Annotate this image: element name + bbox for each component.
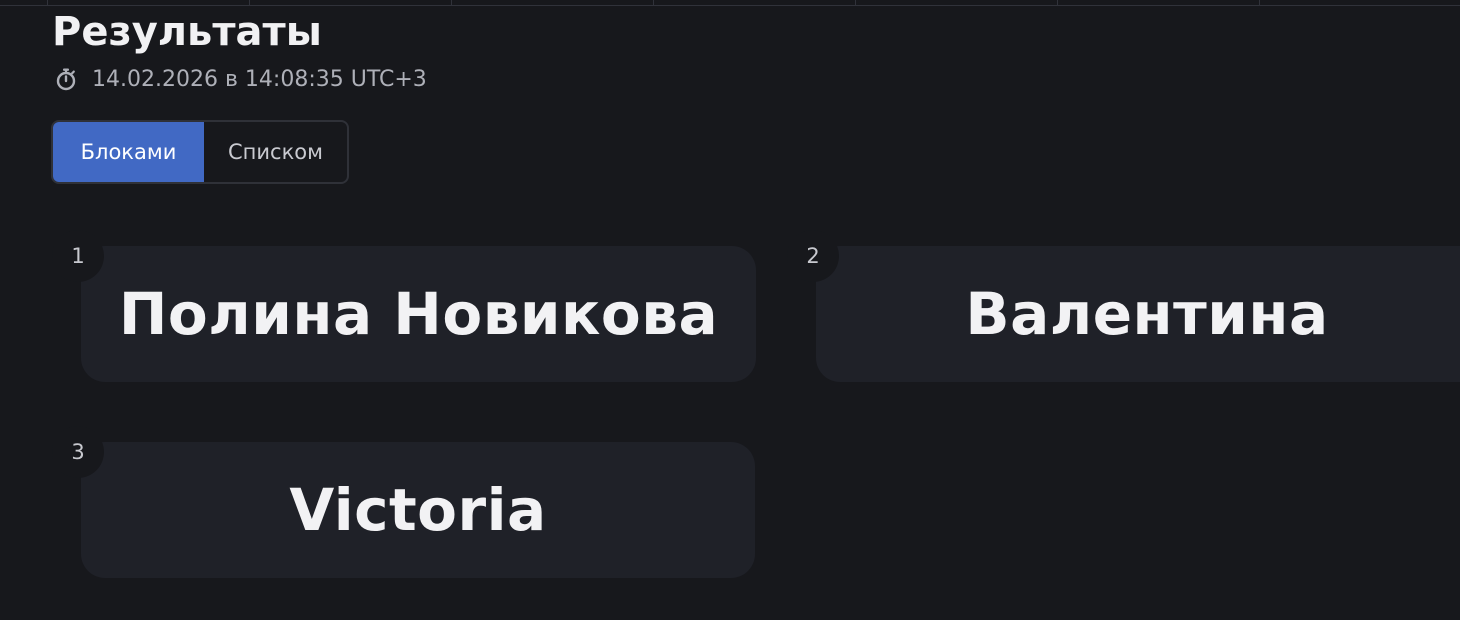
result-card: Victoria	[81, 442, 755, 578]
view-mode-toggle: Блоками Списком	[51, 120, 349, 184]
view-list-button[interactable]: Списком	[204, 122, 347, 182]
result-name: Полина Новикова	[118, 280, 719, 348]
header-divider	[451, 0, 452, 6]
top-header-strip	[0, 0, 1460, 6]
results-page: Результаты 14.02.2026 в 14:08:35 UTC+3 Б…	[0, 0, 1460, 620]
header-divider	[47, 0, 48, 6]
result-card: Полина Новикова	[81, 246, 756, 382]
results-timestamp: 14.02.2026 в 14:08:35 UTC+3	[54, 64, 427, 94]
page-title: Результаты	[52, 9, 322, 55]
header-divider	[855, 0, 856, 6]
result-name: Валентина	[965, 280, 1329, 348]
stopwatch-icon	[54, 67, 78, 91]
rank-badge: 2	[787, 230, 839, 282]
result-card: Валентина	[816, 246, 1460, 382]
result-name: Victoria	[289, 476, 547, 544]
header-divider	[1259, 0, 1260, 6]
header-divider	[249, 0, 250, 6]
header-divider	[653, 0, 654, 6]
rank-badge: 3	[52, 426, 104, 478]
rank-badge: 1	[52, 230, 104, 282]
header-divider	[1057, 0, 1058, 6]
timestamp-text: 14.02.2026 в 14:08:35 UTC+3	[92, 66, 427, 92]
view-blocks-button[interactable]: Блоками	[53, 122, 204, 182]
